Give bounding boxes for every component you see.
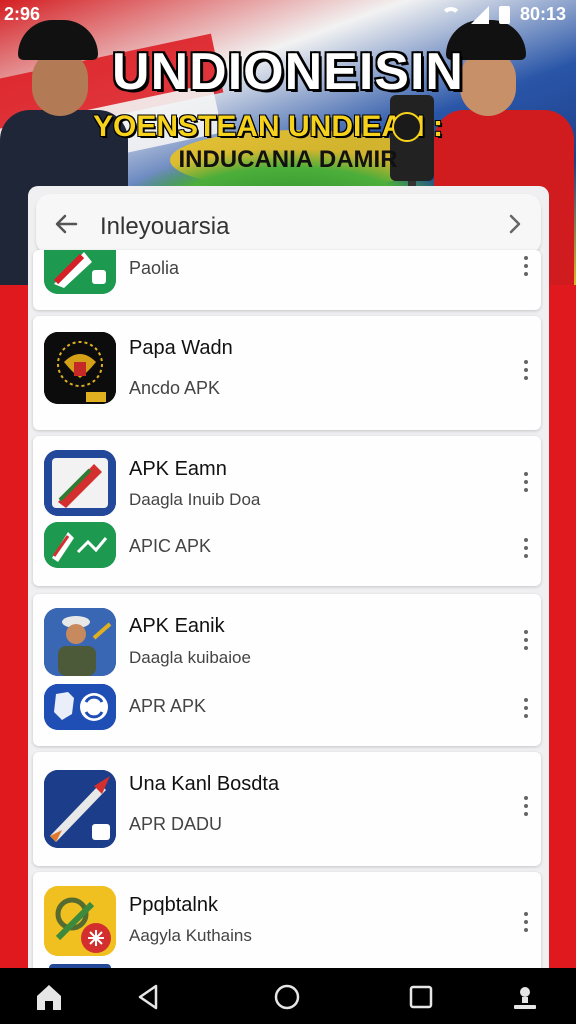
officer-app-icon (44, 608, 116, 676)
app-card[interactable]: APK Eamn Daagla Inuib Doa APIC APK (33, 436, 541, 586)
status-clock: 80:13 (519, 4, 566, 24)
navigation-bar (0, 968, 576, 1024)
app-title: Una Kanl Bosdta (129, 773, 280, 795)
banner-tagline: INDUCANIA DAMIR (178, 146, 398, 173)
search-input[interactable]: Inleyouarsia (100, 213, 229, 241)
rocket-app-icon (44, 770, 116, 848)
app-icon (44, 250, 116, 294)
circle-home-icon[interactable] (272, 982, 302, 1012)
app-subtitle: Aagyla Kuthains (129, 926, 252, 945)
status-time: 2:96 (4, 4, 41, 24)
app-icon (44, 450, 116, 516)
list-item[interactable]: Papa Wadn Ancdo APK (33, 316, 541, 430)
app-card[interactable]: Una Kanl Bosdta APR DADU (33, 752, 541, 866)
list-item[interactable]: APK Eamn Daagla Inuib Doa (33, 436, 541, 516)
more-options-icon[interactable] (523, 256, 529, 276)
battery-icon (498, 5, 510, 24)
list-item[interactable]: Paolia (33, 250, 541, 310)
emblem-badge-icon (392, 112, 422, 142)
home-icon[interactable] (34, 982, 64, 1012)
more-options-icon[interactable] (523, 630, 529, 650)
app-card[interactable]: APK Eanik Daagla kuibaioe APR APK (33, 594, 541, 746)
more-options-icon[interactable] (523, 538, 529, 558)
app-subtitle: Daagla kuibaioe (129, 648, 251, 667)
list-item[interactable]: APK Eanik Daagla kuibaioe (33, 594, 541, 678)
profile-icon[interactable] (510, 982, 540, 1012)
signal-icon (470, 5, 489, 24)
chevron-right-icon[interactable] (501, 210, 529, 238)
list-item[interactable]: APIC APK (33, 520, 541, 586)
more-options-icon[interactable] (523, 912, 529, 932)
app-title: APK Eamn (129, 458, 227, 480)
wifi-icon (440, 6, 461, 23)
app-subtitle: Daagla Inuib Doa (129, 490, 261, 509)
back-icon[interactable] (134, 982, 164, 1012)
more-options-icon[interactable] (523, 472, 529, 492)
more-options-icon[interactable] (523, 360, 529, 380)
list-item[interactable]: Una Kanl Bosdta APR DADU (33, 752, 541, 866)
garuda-emblem-icon (44, 332, 116, 404)
app-subtitle: Paolia (129, 258, 180, 278)
tools-app-icon (44, 886, 116, 956)
app-subtitle: APR DADU (129, 814, 223, 834)
app-subtitle: Ancdo APK (129, 378, 221, 398)
app-list-panel: Inleyouarsia Paolia Papa Wadn Ancdo APK … (28, 186, 549, 976)
app-title: Ppqbtalnk (129, 894, 218, 916)
app-subtitle: APR APK (129, 696, 207, 716)
list-item[interactable]: APR APK (33, 680, 541, 746)
app-card[interactable]: Papa Wadn Ancdo APK (33, 316, 541, 430)
search-bar[interactable]: Inleyouarsia (36, 194, 541, 254)
app-title: Papa Wadn (129, 337, 233, 359)
more-options-icon[interactable] (523, 796, 529, 816)
app-icon (44, 684, 116, 730)
list-item[interactable]: Ppqbtalnk Aagyla Kuthains (33, 872, 541, 972)
recents-icon[interactable] (406, 982, 436, 1012)
app-title: APK Eanik (129, 615, 225, 637)
app-icon (44, 522, 116, 568)
banner-title: UNDIONEISIN (112, 43, 464, 101)
status-bar: 2:96 80:13 (0, 0, 576, 28)
app-card[interactable]: Paolia (33, 250, 541, 310)
app-card[interactable]: Ppqbtalnk Aagyla Kuthains (33, 872, 541, 976)
arrow-left-icon[interactable] (50, 208, 82, 240)
more-options-icon[interactable] (523, 698, 529, 718)
app-subtitle: APIC APK (129, 536, 212, 556)
banner-subtitle: YOENSTEAN UNDIEAN : (92, 110, 444, 143)
